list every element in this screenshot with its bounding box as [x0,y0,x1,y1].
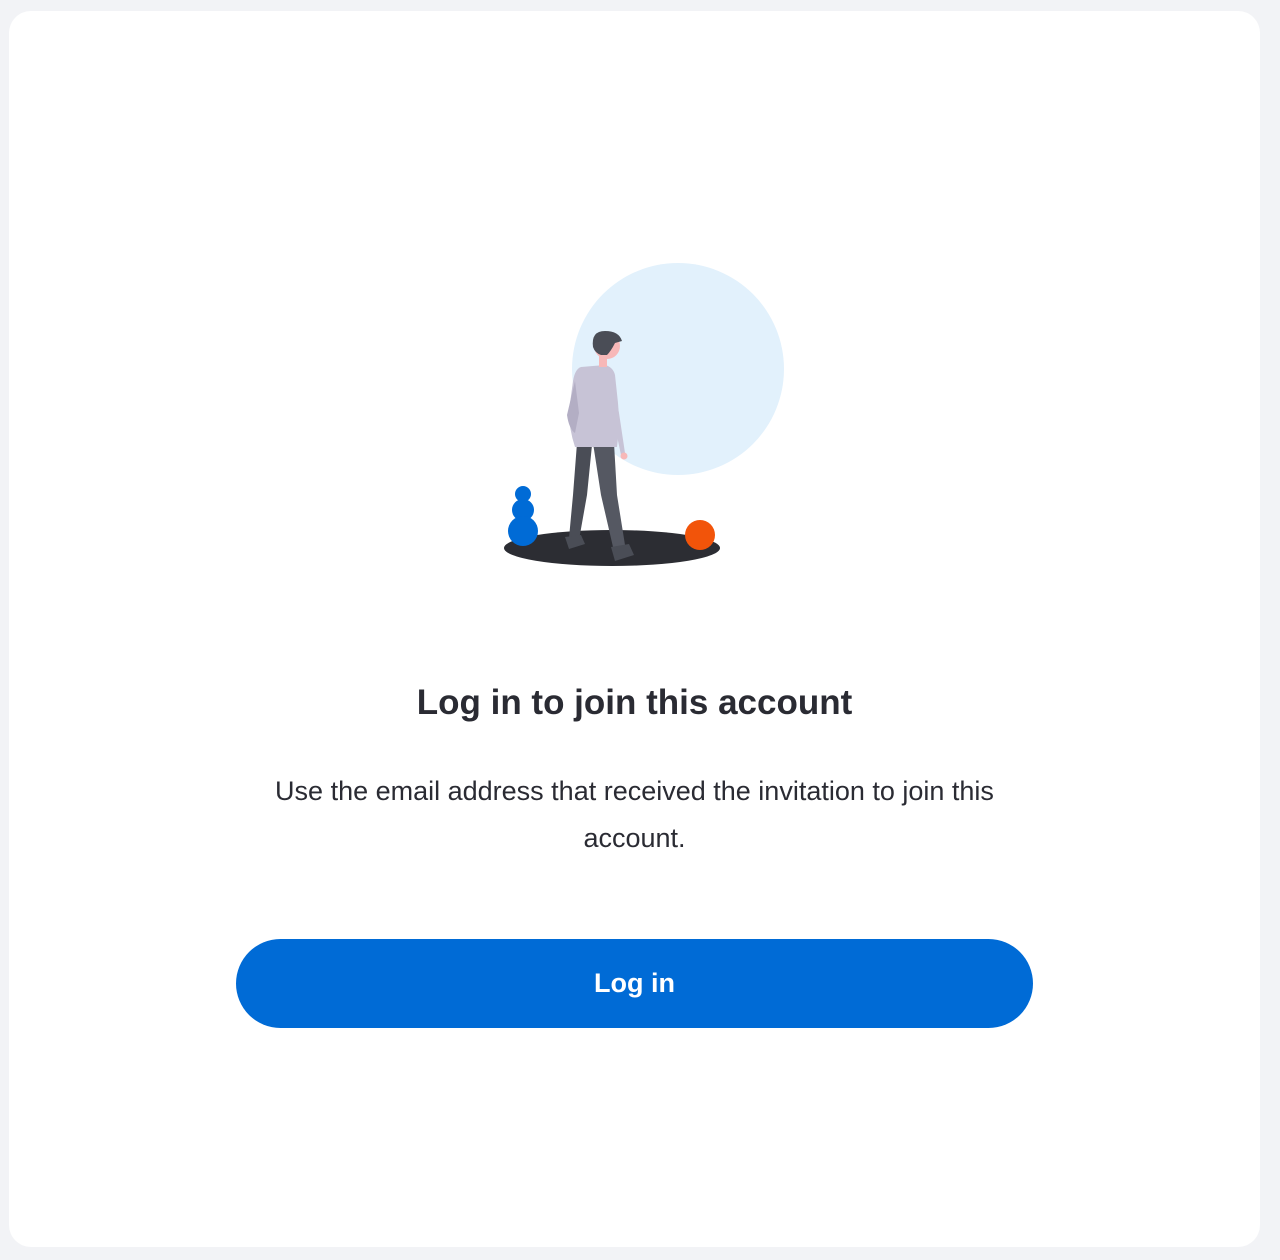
person-hand [620,452,628,460]
login-button[interactable]: Log in [236,939,1033,1028]
page-title: Log in to join this account [416,683,853,722]
blue-stack-bottom [508,516,538,546]
orange-ball [685,520,715,550]
join-account-card: Log in to join this account Use the emai… [9,11,1260,1247]
person-walking-illustration [504,263,784,566]
invitation-message: Use the email address that received the … [275,776,994,853]
person-leg-back [569,443,592,540]
